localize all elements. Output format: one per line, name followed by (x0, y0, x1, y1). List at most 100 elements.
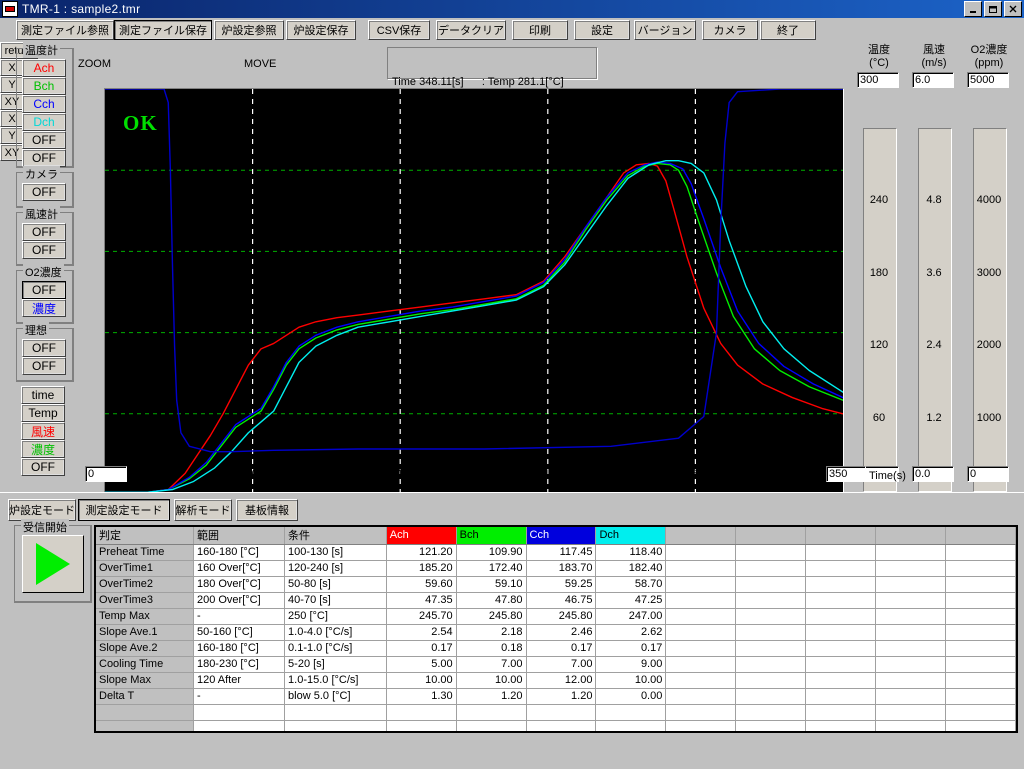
mode-button-3[interactable]: 基板情報 (236, 499, 298, 521)
app-icon (2, 1, 18, 17)
xaxis-min-input[interactable]: 0 (85, 466, 127, 482)
table-row[interactable]: OverTime1160 Over[°C]120-240 [s]185.2017… (96, 560, 1016, 576)
table-row[interactable]: Slope Ave.150-160 [°C]1.0-4.0 [°C/s]2.54… (96, 624, 1016, 640)
cell-range-4: - (193, 608, 284, 624)
window-title: TMR-1 : sample2.tmr (22, 2, 140, 16)
table-header-11 (945, 527, 1015, 544)
table-row[interactable]: Slope Ave.2160-180 [°C]0.1-1.0 [°C/s]0.1… (96, 640, 1016, 656)
channel-button-2-1[interactable]: OFF (22, 241, 66, 259)
channel-button-0-1[interactable]: Bch (22, 77, 66, 95)
scale-unit-2: (ppm) (965, 57, 1013, 69)
toolbar-button-7[interactable]: 設定 (574, 20, 630, 40)
channel-button-3-0[interactable]: OFF (22, 281, 66, 299)
toolbar-button-4[interactable]: CSV保存 (368, 20, 430, 40)
toolbar-button-8[interactable]: バージョン (634, 20, 696, 40)
xaxis-tick-1: 140 (379, 468, 419, 480)
xaxis-max-input[interactable]: 350 (826, 466, 866, 482)
cell-range-5: 50-160 [°C] (193, 624, 284, 640)
scale-max-input-0[interactable]: 300 (857, 72, 899, 88)
channel-button-2-0[interactable]: OFF (22, 223, 66, 241)
channel-button-0-2[interactable]: Cch (22, 95, 66, 113)
channel-button-3-1[interactable]: 濃度 (22, 299, 66, 317)
cell-empty-8-4 (945, 672, 1015, 688)
toolbar-button-3[interactable]: 炉設定保存 (286, 20, 356, 40)
toolbar-button-6[interactable]: 印刷 (512, 20, 568, 40)
scale-max-input-2[interactable]: 5000 (967, 72, 1009, 88)
receive-start-button[interactable] (22, 535, 84, 593)
cell-name-11 (96, 720, 193, 733)
toolbar-button-5[interactable]: データクリア (436, 20, 506, 40)
channel-button-0-0[interactable]: Ach (22, 59, 66, 77)
table-row[interactable]: Preheat Time160-180 [°C]100-130 [s]121.2… (96, 544, 1016, 560)
channel-button-1-0[interactable]: OFF (22, 183, 66, 201)
toolbar-button-1[interactable]: 測定ファイル保存 (114, 20, 212, 40)
cell-name-7: Cooling Time (96, 656, 193, 672)
cell-empty-8-2 (806, 672, 876, 688)
channel-button-0-3[interactable]: Dch (22, 113, 66, 131)
channel-button-0-5[interactable]: OFF (22, 149, 66, 167)
cell-range-11 (193, 720, 284, 733)
results-table[interactable]: 判定範囲条件AchBchCchDch Preheat Time160-180 [… (94, 525, 1018, 733)
scale-min-input-2[interactable]: 0 (967, 466, 1009, 482)
cell-empty-3-2 (806, 592, 876, 608)
axis-assign-button-3[interactable]: 濃度 (21, 440, 65, 458)
table-row[interactable]: OverTime3200 Over[°C]40-70 [s]47.3547.80… (96, 592, 1016, 608)
scale-tick-2-3: 1000 (965, 412, 1013, 424)
table-header-8 (736, 527, 806, 544)
cell-cond-10 (285, 704, 387, 720)
cell-d-3: 47.25 (596, 592, 666, 608)
cell-name-0: Preheat Time (96, 544, 193, 560)
toolbar-button-2[interactable]: 炉設定参照 (214, 20, 284, 40)
scale-name-2: O2濃度 (965, 44, 1013, 56)
channel-button-4-1[interactable]: OFF (22, 357, 66, 375)
scale-min-input-1[interactable]: 0.0 (912, 466, 954, 482)
channel-button-0-4[interactable]: OFF (22, 131, 66, 149)
axis-assign-button-2[interactable]: 風速 (21, 422, 65, 440)
scale-column-0: 温度(°C)300240180120600 (855, 42, 903, 492)
table-row[interactable] (96, 720, 1016, 733)
toolbar-button-10[interactable]: 終了 (760, 20, 816, 40)
cell-empty-1-1 (736, 560, 806, 576)
axis-assign-button-4[interactable]: OFF (21, 458, 65, 476)
cell-a-11 (386, 720, 456, 733)
graph-plot-area[interactable]: OK (104, 88, 844, 496)
mode-button-2[interactable]: 解析モード (174, 499, 232, 521)
cell-b-8: 10.00 (456, 672, 526, 688)
cell-b-11 (456, 720, 526, 733)
group-4: 理想OFFOFF (16, 328, 74, 382)
cell-range-10 (193, 704, 284, 720)
toolbar-button-9[interactable]: カメラ (702, 20, 758, 40)
channel-button-4-0[interactable]: OFF (22, 339, 66, 357)
scale-unit-1: (m/s) (910, 57, 958, 69)
axis-assign-button-1[interactable]: Temp (21, 404, 65, 422)
xaxis-tick-2: 210 (527, 468, 567, 480)
xaxis-tick-0: 70 (232, 468, 272, 480)
table-row[interactable]: Cooling Time180-230 [°C]5-20 [s]5.007.00… (96, 656, 1016, 672)
axis-assign-button-0[interactable]: time (21, 386, 65, 404)
cell-d-7: 9.00 (596, 656, 666, 672)
cell-empty-0-3 (876, 544, 946, 560)
mode-button-1[interactable]: 測定設定モード (78, 499, 170, 521)
cell-empty-5-0 (666, 624, 736, 640)
scale-tick-1-0: 4.8 (910, 194, 958, 206)
xaxis-tick-3: 280 (674, 468, 714, 480)
cell-empty-10-2 (806, 704, 876, 720)
toolbar-button-0[interactable]: 測定ファイル参照 (16, 20, 114, 40)
minimize-button[interactable] (964, 1, 982, 17)
cell-empty-5-4 (945, 624, 1015, 640)
cell-empty-0-2 (806, 544, 876, 560)
table-row[interactable]: Delta T-blow 5.0 [°C]1.301.201.200.00 (96, 688, 1016, 704)
table-row[interactable]: Temp Max-250 [°C]245.70245.80245.80247.0… (96, 608, 1016, 624)
close-button[interactable] (1004, 1, 1022, 17)
cell-cond-11 (285, 720, 387, 733)
cell-empty-11-0 (666, 720, 736, 733)
table-row[interactable] (96, 704, 1016, 720)
cell-empty-0-4 (945, 544, 1015, 560)
mode-button-0[interactable]: 炉設定モード (8, 499, 76, 521)
scale-max-input-1[interactable]: 6.0 (912, 72, 954, 88)
maximize-button[interactable] (984, 1, 1002, 17)
table-row[interactable]: OverTime2180 Over[°C]50-80 [s]59.6059.10… (96, 576, 1016, 592)
cell-b-4: 245.80 (456, 608, 526, 624)
table-row[interactable]: Slope Max120 After1.0-15.0 [°C/s]10.0010… (96, 672, 1016, 688)
series-Ach (105, 163, 843, 492)
